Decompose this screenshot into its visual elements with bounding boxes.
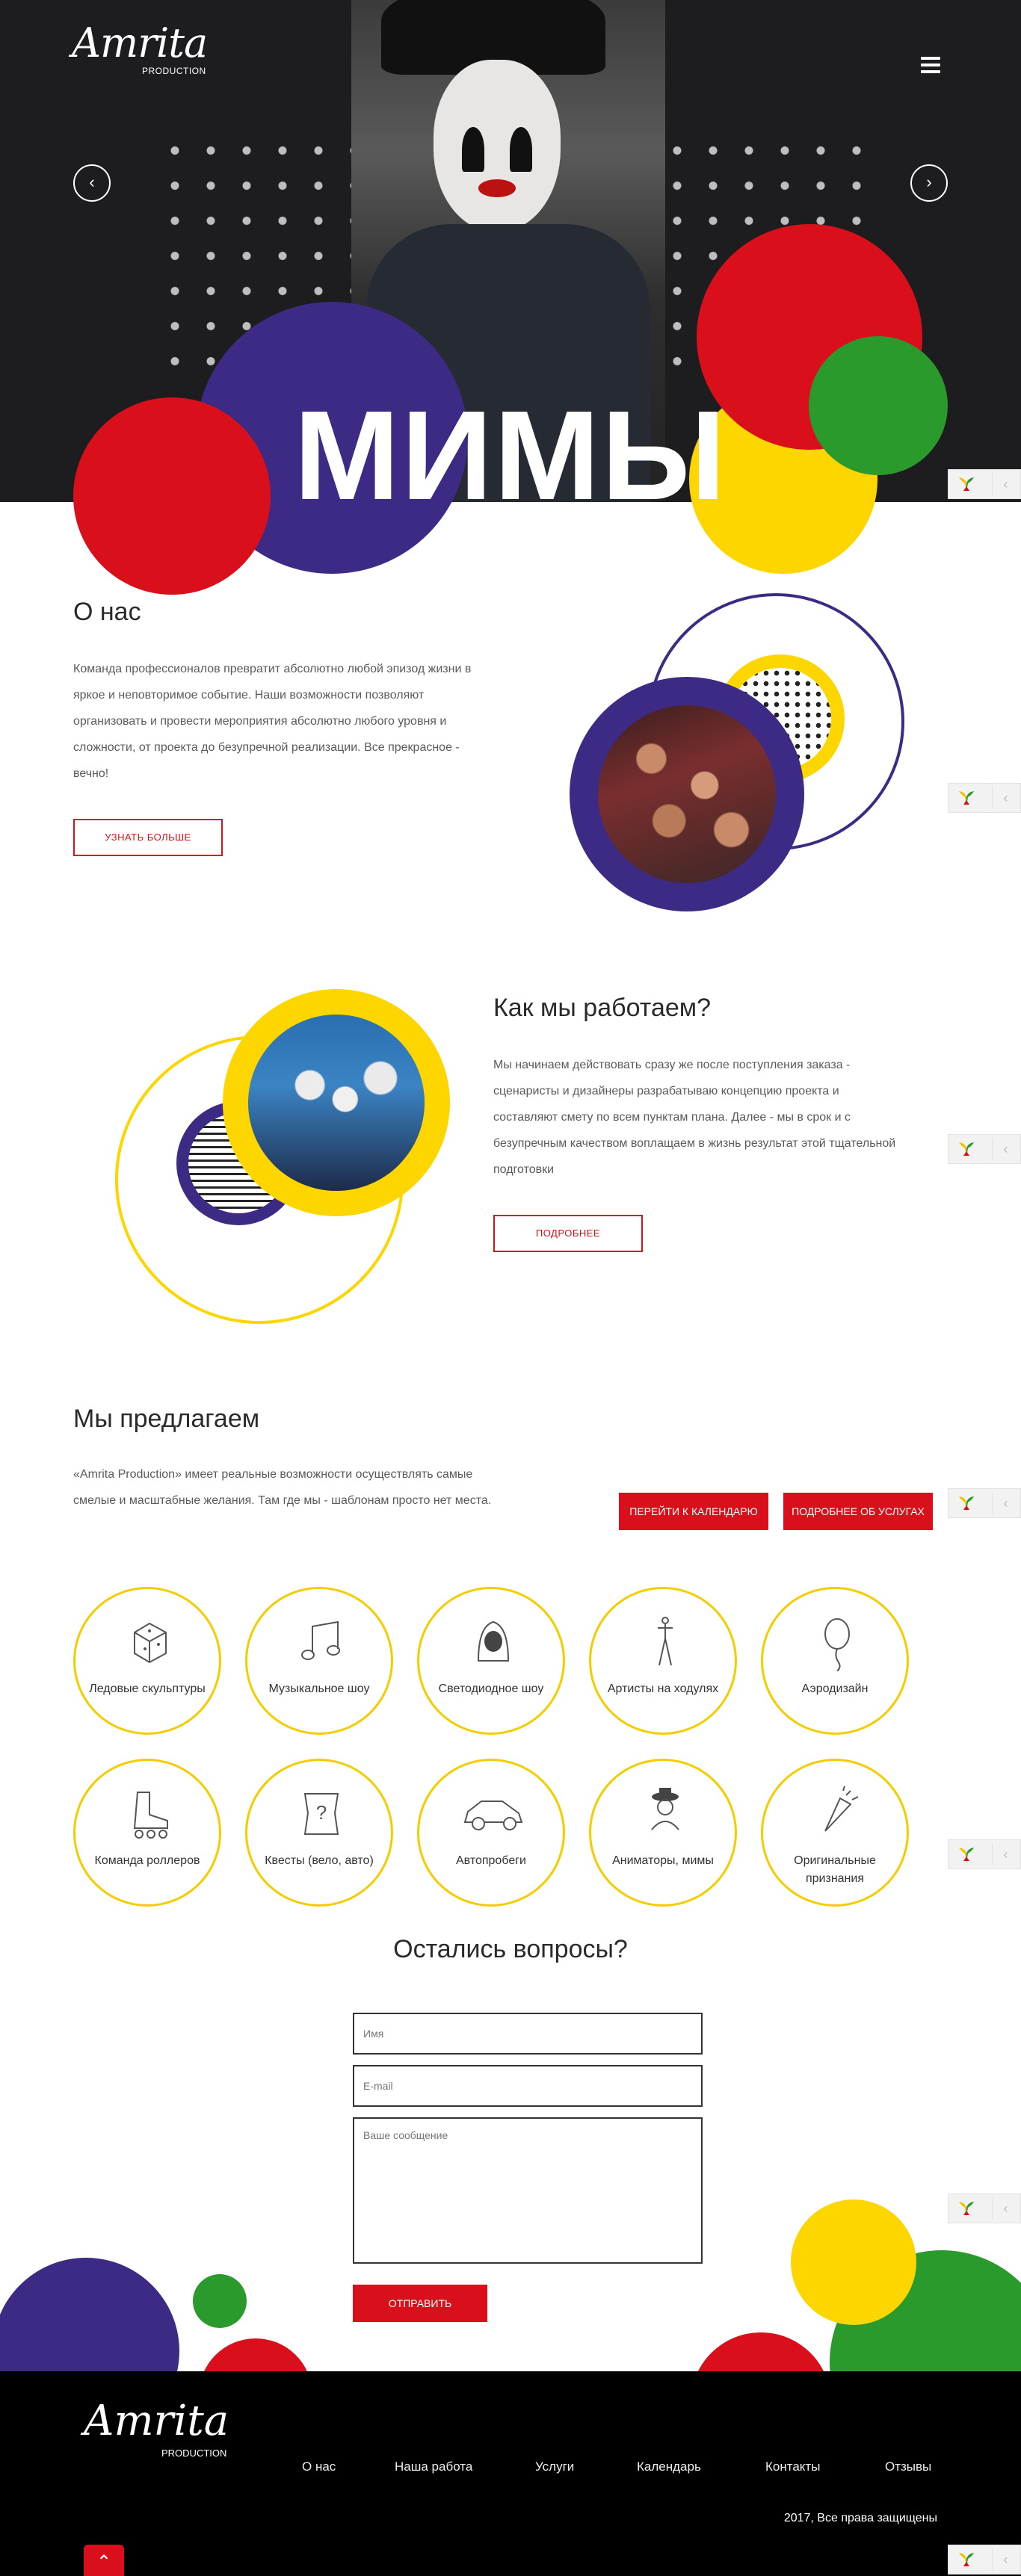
details-button[interactable]: ПОДРОБНЕЕ: [493, 1215, 643, 1252]
logo-sub: PRODUCTION: [142, 66, 206, 76]
service-label: Артисты на ходулях: [607, 1682, 719, 1695]
slider-prev-button[interactable]: ‹: [73, 164, 111, 202]
leaf-icon: [959, 1848, 974, 1863]
leaf-icon: [959, 2553, 974, 2568]
side-widget[interactable]: ‹: [948, 2545, 1021, 2575]
offer-text: «Amrita Production» имеет реальные возмо…: [73, 1468, 492, 1507]
service-quests[interactable]: ? Квесты (вело, авто): [245, 1759, 393, 1907]
about-text: Команда профессионалов превратит абсолют…: [73, 663, 472, 780]
menu-icon[interactable]: [921, 57, 940, 73]
leaf-icon: [959, 791, 974, 806]
service-rollers[interactable]: Команда роллеров: [73, 1759, 221, 1907]
service-led-show[interactable]: Светодиодное шоу: [417, 1587, 565, 1735]
learn-more-button[interactable]: УЗНАТЬ БОЛЬШЕ: [73, 819, 223, 856]
side-widget[interactable]: ‹: [948, 2193, 1021, 2223]
footer-nav-services[interactable]: Услуги: [535, 2459, 574, 2474]
crowd-photo: [598, 705, 776, 883]
footer: Amrita PRODUCTION О нас Наша работа Услу…: [0, 2371, 1021, 2576]
service-aerodesign[interactable]: Аэродизайн: [761, 1587, 909, 1735]
service-label: Автопробеги: [456, 1854, 526, 1867]
leaf-icon: [959, 477, 974, 492]
contact-title: Остались вопросы?: [393, 1935, 628, 1963]
hero-title: МИМЫ: [294, 385, 727, 527]
service-confessions[interactable]: Оригинальные признания: [761, 1759, 909, 1907]
footer-nav-about[interactable]: О нас: [302, 2459, 336, 2474]
how-text: Мы начинаем действовать сразу же после п…: [493, 1059, 896, 1176]
green-circle: [193, 2274, 247, 2328]
footer-logo[interactable]: Amrita PRODUCTION: [84, 2397, 241, 2459]
how-title: Как мы работаем?: [493, 994, 712, 1022]
service-label: Команда роллеров: [94, 1854, 200, 1867]
message-input[interactable]: [353, 2117, 703, 2264]
led-hood-icon: [477, 1620, 510, 1662]
service-label: Светодиодное шоу: [438, 1682, 544, 1695]
side-widget[interactable]: ‹: [948, 1488, 1021, 1518]
mimes-photo: [248, 1015, 425, 1191]
side-widget[interactable]: ‹: [948, 469, 1021, 499]
mime-icon: [651, 1788, 679, 1830]
offer-title: Мы предлагаем: [73, 1405, 260, 1433]
service-label: Аэродизайн: [801, 1682, 869, 1695]
footer-nav-work[interactable]: Наша работа: [395, 2459, 472, 2474]
service-auto-runs[interactable]: Автопробеги: [417, 1759, 565, 1907]
stilts-icon: [658, 1617, 673, 1666]
yellow-circle: [791, 2199, 916, 2325]
svg-text:?: ?: [316, 1801, 327, 1824]
confetti-icon: [824, 1786, 859, 1832]
quest-map-icon: ?: [303, 1793, 339, 1835]
leaf-icon: [959, 1496, 974, 1511]
submit-button[interactable]: ОТПРАВИТЬ: [353, 2285, 487, 2322]
footer-nav-calendar[interactable]: Календарь: [637, 2459, 701, 2474]
calendar-button[interactable]: ПЕРЕЙТИ К КАЛЕНДАРЮ: [619, 1493, 768, 1530]
email-input[interactable]: [353, 2065, 703, 2107]
side-widget[interactable]: ‹: [948, 783, 1021, 813]
footer-logo-sub: PRODUCTION: [161, 2447, 227, 2459]
ice-cube-icon: [134, 1622, 167, 1664]
service-ice-sculptures[interactable]: Ледовые скульптуры: [73, 1587, 221, 1735]
leaf-icon: [959, 2202, 974, 2217]
service-label: Оригинальные признания: [794, 1854, 876, 1885]
footer-nav-contacts[interactable]: Контакты: [765, 2459, 820, 2474]
leaf-icon: [959, 1142, 974, 1157]
about-title: О нас: [73, 598, 141, 626]
side-widget[interactable]: ‹: [948, 1839, 1021, 1869]
logo-brand: Amrita: [72, 19, 208, 66]
balloon-icon: [824, 1618, 850, 1671]
service-music-show[interactable]: Музыкальное шоу: [245, 1587, 393, 1735]
service-label: Ледовые скульптуры: [89, 1682, 206, 1695]
side-widget[interactable]: ‹: [948, 1134, 1021, 1164]
roller-skate-icon: [133, 1792, 168, 1839]
music-note-icon: [301, 1620, 340, 1660]
logo[interactable]: Amrita PRODUCTION: [72, 21, 214, 81]
service-label: Музыкальное шоу: [268, 1682, 370, 1695]
copyright: 2017, Все права защищены: [783, 2512, 937, 2524]
service-animators[interactable]: Аниматоры, мимы: [589, 1759, 737, 1907]
slider-next-button[interactable]: ›: [910, 164, 948, 202]
services-button[interactable]: ПОДРОБНЕЕ ОБ УСЛУГАХ: [783, 1493, 933, 1530]
footer-nav-reviews[interactable]: Отзывы: [885, 2459, 931, 2474]
service-label: Аниматоры, мимы: [612, 1854, 714, 1867]
car-icon: [463, 1801, 523, 1830]
name-input[interactable]: [353, 2013, 703, 2055]
back-to-top-button[interactable]: ⌃: [84, 2545, 124, 2576]
service-stilts[interactable]: Артисты на ходулях: [589, 1587, 737, 1735]
service-label: Квесты (вело, авто): [265, 1854, 374, 1867]
footer-logo-brand: Amrita: [84, 2397, 229, 2445]
